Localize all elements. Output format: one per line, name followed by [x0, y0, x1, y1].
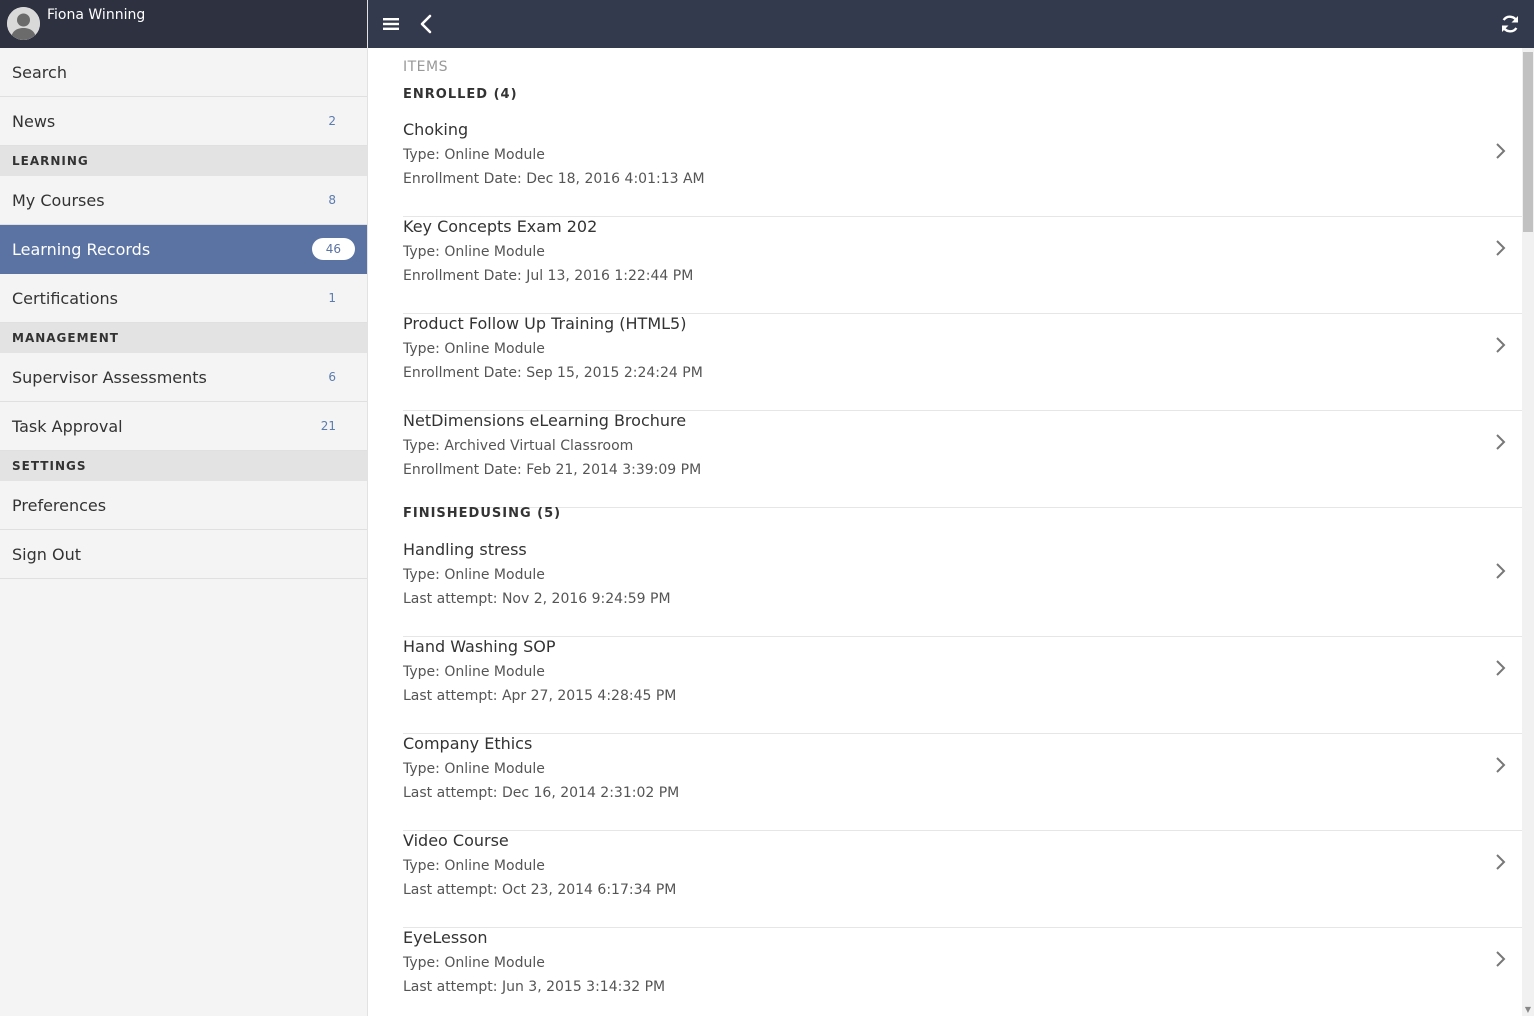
item-date: Last attempt: Jun 3, 2015 3:14:32 PM — [403, 979, 666, 995]
sidebar-item-my-courses[interactable]: My Courses 8 — [0, 176, 367, 225]
item-title: Company Ethics — [403, 734, 533, 753]
sidebar-item-search[interactable]: Search — [0, 48, 367, 97]
list-item[interactable]: Hand Washing SOP Type: Online Module Las… — [403, 637, 1522, 734]
certifications-count-badge: 1 — [328, 291, 336, 305]
sidebar-item-label: Preferences — [12, 495, 107, 515]
item-type: Type: Online Module — [403, 761, 545, 777]
section-header-settings: SETTINGS — [0, 451, 367, 481]
sidebar-item-label: Search — [12, 62, 67, 82]
item-title: Choking — [403, 120, 469, 139]
item-date: Last attempt: Nov 2, 2016 9:24:59 PM — [403, 591, 671, 607]
user-name: Fiona Winning — [47, 7, 146, 23]
chevron-right-icon — [1492, 335, 1508, 355]
sidebar-item-label: Supervisor Assessments — [12, 367, 207, 387]
chevron-left-icon[interactable] — [415, 12, 439, 36]
item-date: Last attempt: Oct 23, 2014 6:17:34 PM — [403, 882, 677, 898]
item-type: Type: Online Module — [403, 244, 545, 260]
item-type: Type: Archived Virtual Classroom — [403, 438, 634, 454]
sidebar-item-label: Certifications — [12, 288, 118, 308]
sidebar-item-supervisor-assessments[interactable]: Supervisor Assessments 6 — [0, 353, 367, 402]
section-header-management: MANAGEMENT — [0, 323, 367, 353]
task-approval-count-badge: 21 — [320, 419, 336, 433]
sidebar-item-certifications[interactable]: Certifications 1 — [0, 274, 367, 323]
learning-records-list: ITEMS ENROLLED (4) Choking Type: Online … — [368, 48, 1522, 1016]
sidebar-item-label: Task Approval — [12, 416, 123, 436]
news-count-badge: 2 — [328, 114, 336, 128]
chevron-right-icon — [1492, 561, 1508, 581]
item-type: Type: Online Module — [403, 664, 545, 680]
item-type: Type: Online Module — [403, 955, 545, 971]
item-date: Last attempt: Apr 27, 2015 4:28:45 PM — [403, 688, 677, 704]
items-label: ITEMS — [403, 59, 448, 75]
item-type: Type: Online Module — [403, 147, 545, 163]
sidebar-item-label: Sign Out — [12, 544, 81, 564]
sidebar-item-sign-out[interactable]: Sign Out — [0, 530, 367, 579]
chevron-right-icon — [1492, 755, 1508, 775]
my-courses-count-badge: 8 — [328, 193, 336, 207]
group-header-enrolled: ENROLLED (4) — [403, 87, 518, 102]
sidebar-item-label: News — [12, 111, 56, 131]
sidebar-item-label: Learning Records — [12, 239, 151, 259]
item-date: Enrollment Date: Sep 15, 2015 2:24:24 PM — [403, 365, 703, 381]
scrollbar-thumb[interactable] — [1523, 52, 1533, 232]
chevron-right-icon — [1492, 949, 1508, 969]
item-title: Hand Washing SOP — [403, 637, 556, 656]
vertical-scrollbar[interactable]: ▼ — [1522, 48, 1534, 1016]
item-title: EyeLesson — [403, 928, 488, 947]
chevron-right-icon — [1492, 432, 1508, 452]
item-title: Product Follow Up Training (HTML5) — [403, 314, 687, 333]
item-title: Handling stress — [403, 540, 527, 559]
top-bar — [368, 0, 1534, 48]
item-date: Enrollment Date: Dec 18, 2016 4:01:13 AM — [403, 171, 705, 187]
item-type: Type: Online Module — [403, 858, 545, 874]
item-date: Enrollment Date: Jul 13, 2016 1:22:44 PM — [403, 268, 694, 284]
sidebar-item-preferences[interactable]: Preferences — [0, 481, 367, 530]
item-date: Last attempt: Dec 16, 2014 2:31:02 PM — [403, 785, 680, 801]
list-item[interactable]: NetDimensions eLearning Brochure Type: A… — [403, 411, 1522, 508]
refresh-icon[interactable] — [1498, 12, 1522, 36]
item-title: NetDimensions eLearning Brochure — [403, 411, 687, 430]
user-profile[interactable]: Fiona Winning — [0, 0, 367, 48]
chevron-right-icon — [1492, 141, 1508, 161]
learning-records-count-badge: 46 — [311, 238, 355, 260]
group-header-finishedusing: FINISHEDUSING (5) — [403, 506, 562, 521]
chevron-right-icon — [1492, 658, 1508, 678]
list-item[interactable]: EyeLesson Type: Online Module Last attem… — [403, 928, 1522, 1016]
scroll-down-arrow-icon[interactable]: ▼ — [1523, 1006, 1533, 1014]
avatar-icon — [7, 7, 40, 40]
list-item[interactable]: Key Concepts Exam 202 Type: Online Modul… — [403, 217, 1522, 314]
app-root: Fiona Winning Search News 2 LEARNING My … — [0, 0, 1534, 1016]
sidebar-item-news[interactable]: News 2 — [0, 97, 367, 146]
list-item[interactable]: Company Ethics Type: Online Module Last … — [403, 734, 1522, 831]
sidebar: Fiona Winning Search News 2 LEARNING My … — [0, 0, 368, 1016]
supervisor-assessments-count-badge: 6 — [328, 370, 336, 384]
list-item[interactable]: Choking Type: Online Module Enrollment D… — [403, 120, 1522, 217]
sidebar-item-task-approval[interactable]: Task Approval 21 — [0, 402, 367, 451]
sidebar-item-learning-records[interactable]: Learning Records 46 — [0, 225, 367, 274]
hamburger-menu-icon[interactable] — [379, 12, 403, 36]
item-type: Type: Online Module — [403, 341, 545, 357]
item-title: Key Concepts Exam 202 — [403, 217, 598, 236]
section-header-learning: LEARNING — [0, 146, 367, 176]
list-item[interactable]: Handling stress Type: Online Module Last… — [403, 540, 1522, 637]
item-title: Video Course — [403, 831, 509, 850]
chevron-right-icon — [1492, 238, 1508, 258]
chevron-right-icon — [1492, 852, 1508, 872]
item-type: Type: Online Module — [403, 567, 545, 583]
sidebar-item-label: My Courses — [12, 190, 105, 210]
list-item[interactable]: Product Follow Up Training (HTML5) Type:… — [403, 314, 1522, 411]
item-date: Enrollment Date: Feb 21, 2014 3:39:09 PM — [403, 462, 702, 478]
list-item[interactable]: Video Course Type: Online Module Last at… — [403, 831, 1522, 928]
